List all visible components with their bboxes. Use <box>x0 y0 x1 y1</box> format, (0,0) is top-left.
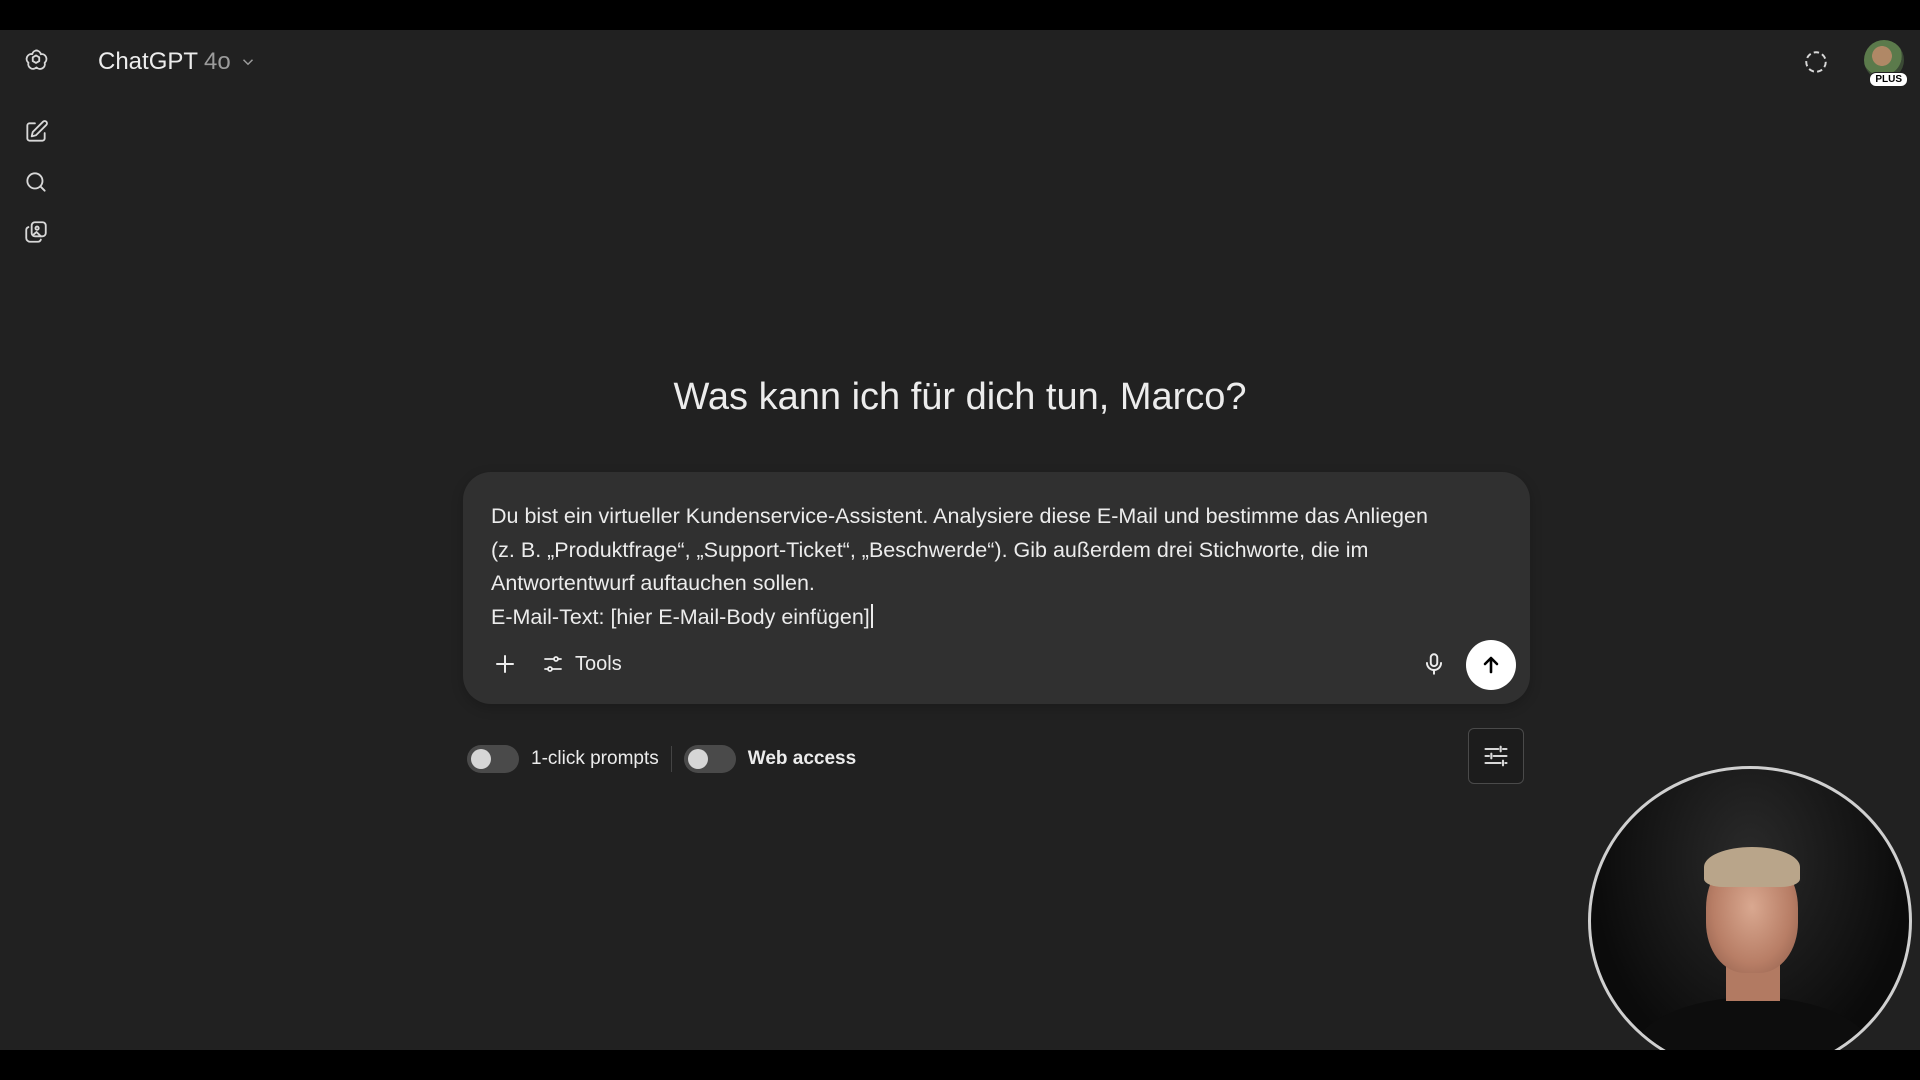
model-name: ChatGPT <box>98 48 199 75</box>
microphone-icon <box>1425 653 1443 675</box>
tools-label: Tools <box>575 652 622 675</box>
new-chat-icon[interactable] <box>16 112 56 152</box>
chevron-down-icon <box>242 59 253 66</box>
web-access-label: Web access <box>747 748 857 769</box>
prompt-input[interactable]: Du bist ein virtueller Kundenservice-Ass… <box>491 500 1506 634</box>
dictate-button[interactable] <box>1414 644 1454 684</box>
plan-badge: PLUS <box>1869 72 1908 87</box>
arrow-up-icon <box>1483 656 1499 674</box>
web-access-toggle[interactable] <box>683 745 736 773</box>
settings-button[interactable] <box>1468 728 1524 784</box>
one-click-prompts-label: 1-click prompts <box>531 748 659 769</box>
temporary-chat-icon[interactable] <box>1796 42 1836 82</box>
toggle-knob <box>471 749 491 769</box>
page-title: Was kann ich für dich tun, Marco? <box>673 376 1247 418</box>
one-click-prompts-toggle[interactable] <box>467 745 519 773</box>
plus-icon <box>496 655 514 673</box>
prompt-composer: Du bist ein virtueller Kundenservice-Ass… <box>463 472 1530 704</box>
webcam-overlay <box>1588 766 1912 1050</box>
library-icon[interactable] <box>16 212 56 252</box>
presenter-body <box>1631 997 1875 1050</box>
prompt-text: Du bist ein virtueller Kundenservice-Ass… <box>491 504 1428 629</box>
extension-options: 1-click prompts Web access <box>467 742 856 776</box>
left-rail <box>0 30 72 1050</box>
send-button[interactable] <box>1466 640 1516 690</box>
sliders-icon <box>544 656 562 672</box>
toggle-knob <box>687 749 708 769</box>
presenter-hair <box>1704 847 1800 887</box>
search-icon[interactable] <box>16 162 56 202</box>
divider <box>670 746 672 772</box>
model-version: 4o <box>204 48 231 75</box>
tools-button[interactable]: Tools <box>535 646 628 682</box>
attach-button[interactable] <box>485 644 525 684</box>
text-caret <box>870 603 873 628</box>
model-switcher[interactable]: ChatGPT 4o <box>86 44 269 80</box>
openai-logo-icon[interactable] <box>16 40 56 80</box>
chat-app: ChatGPT 4o PLUS Was kann ich für dich tu… <box>0 30 1920 1050</box>
settings-sliders-icon <box>1484 745 1508 767</box>
